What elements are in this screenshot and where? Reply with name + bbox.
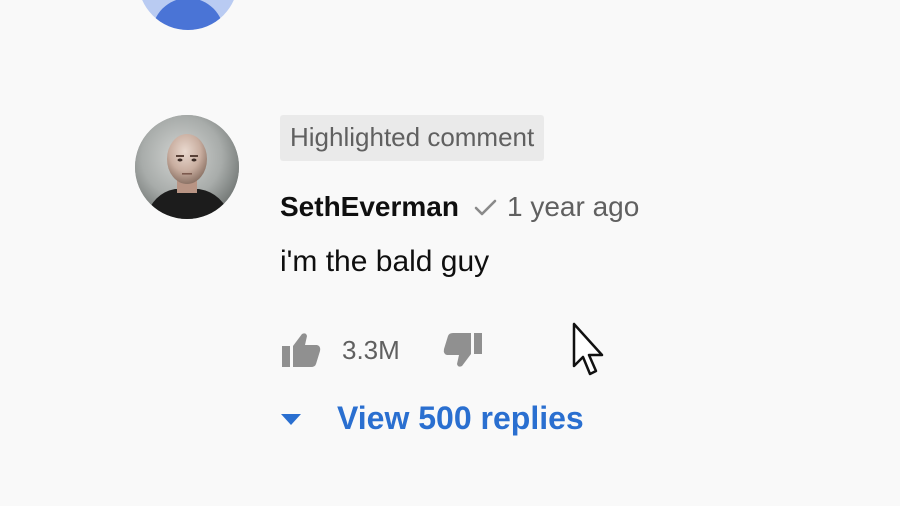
avatar[interactable] (135, 115, 239, 219)
view-replies-button[interactable]: View 500 replies (280, 400, 584, 437)
previous-comment-avatar[interactable] (138, 0, 238, 30)
thumbs-up-icon[interactable] (280, 331, 322, 369)
view-replies-label: View 500 replies (337, 400, 584, 436)
highlighted-comment: Highlighted comment SethEverman 1 year a… (280, 115, 639, 279)
mouse-cursor-icon (571, 322, 607, 378)
caret-down-icon (280, 412, 302, 426)
highlighted-comment-badge: Highlighted comment (280, 115, 545, 161)
avatar-figure (152, 0, 224, 30)
author-name[interactable]: SethEverman (280, 191, 459, 223)
like-count: 3.3M (342, 334, 400, 365)
check-icon (473, 195, 497, 219)
comment-header: SethEverman 1 year ago (280, 191, 639, 223)
avatar-photo (135, 115, 239, 219)
thumbs-down-icon[interactable] (442, 331, 484, 369)
comment-text: i'm the bald guy (280, 245, 490, 278)
comment-timestamp[interactable]: 1 year ago (507, 191, 639, 223)
comment-actions: 3.3M (280, 330, 484, 370)
